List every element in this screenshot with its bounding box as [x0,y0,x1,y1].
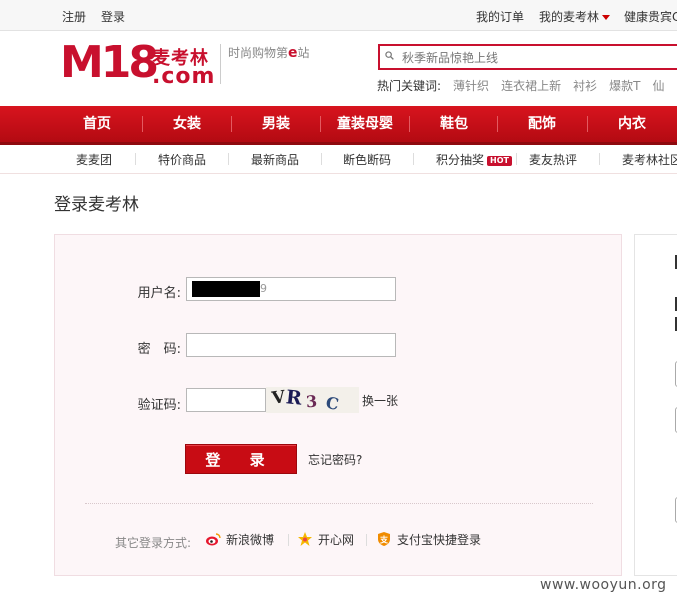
divider [85,503,593,504]
password-label: 密 码: [137,342,181,357]
username-tail: 9 [260,282,267,295]
captcha-char: 3 [305,391,318,412]
slogan: 时尚购物第e站 [228,44,310,61]
search-icon [385,51,394,60]
subnav-label: 积分抽奖 [436,153,485,167]
sub-nav: 麦麦团 特价商品 最新商品 断色断码 积分抽奖 HOT 麦友热评 麦考林社区 [0,145,677,174]
subnav-item[interactable]: 积分抽奖 HOT [436,151,512,168]
slogan-pre: 时尚购物第 [228,46,289,60]
top-bar: 注册 登录 我的订单 我的麦考林 健康贵宾C [0,0,677,31]
hot-keyword[interactable]: 爆款T [609,79,640,93]
nav-item-kids[interactable]: 童装母婴 [326,106,404,142]
hot-keyword[interactable]: 衬衫 [573,79,597,93]
nav-separator [497,116,498,132]
logo-domain: .com [152,64,216,89]
my-account-label: 我的麦考林 [539,10,600,24]
logo-divider [220,44,221,84]
side-panel [634,234,677,576]
username-label: 用户名: [137,286,181,301]
nav-separator [231,116,232,132]
password-field[interactable] [186,333,396,357]
subnav-item[interactable]: 麦友热评 [529,151,577,168]
kaixin-login[interactable]: 开心网 [297,531,354,548]
search-input[interactable] [400,48,677,68]
register-link[interactable]: 注册 [62,8,86,25]
captcha-input[interactable] [186,388,266,412]
subnav-item[interactable]: 特价商品 [158,151,206,168]
redacted-value [192,281,260,297]
login-link[interactable]: 登录 [101,8,125,25]
subnav-item[interactable]: 断色断码 [343,151,391,168]
watermark: www.wooyun.org [540,577,667,593]
other-login-label: 其它登录方式: [115,536,192,550]
hot-keyword[interactable]: 连衣裙上新 [501,79,561,93]
nav-item-shoes-bags[interactable]: 鞋包 [419,106,489,142]
nav-separator [587,116,588,132]
logo-mark: M18 [60,37,159,88]
hot-keyword[interactable]: 仙 [652,79,664,93]
my-orders-link[interactable]: 我的订单 [476,8,524,25]
subnav-separator [516,153,517,165]
slogan-e: e [288,45,298,61]
hot-keyword[interactable]: 薄针织 [453,79,489,93]
login-button[interactable]: 登 录 [185,444,297,474]
nav-item-accessories[interactable]: 配饰 [507,106,577,142]
nav-separator [142,116,143,132]
main-nav: 首页 女装 男装 童装母婴 鞋包 配饰 内衣 [0,106,677,145]
nav-item-home[interactable]: 首页 [62,106,132,142]
username-field[interactable]: 9 [186,277,396,301]
subnav-separator [228,153,229,165]
weibo-icon [206,533,221,546]
weibo-login-label: 新浪微博 [226,533,275,547]
subnav-separator [599,153,600,165]
captcha-refresh-link[interactable]: 换一张 [362,392,398,409]
vip-link[interactable]: 健康贵宾C [624,8,677,25]
slogan-post: 站 [297,46,310,60]
captcha-char: C [324,393,341,413]
alipay-icon: 支 [378,532,390,546]
kaixin-login-label: 开心网 [318,533,355,547]
hot-keywords: 热门关键词: 薄针织 连衣裙上新 衬衫 爆款T 仙 [377,77,664,94]
other-login-separator [288,534,289,546]
site-logo[interactable]: M18 麦考林 .com [60,38,230,92]
alipay-login-label: 支付宝快捷登录 [397,533,482,547]
subnav-item[interactable]: 麦麦团 [76,151,112,168]
alipay-login[interactable]: 支 支付宝快捷登录 [376,531,481,548]
subnav-separator [135,153,136,165]
login-panel: 用户名: 9 密 码: 验证码: V R 3 C 换一张 登 录 忘记密码? 其… [54,234,622,576]
subnav-item[interactable]: 最新商品 [251,151,299,168]
nav-separator [320,116,321,132]
captcha-char: R [284,387,303,410]
subnav-separator [321,153,322,165]
subnav-item[interactable]: 麦考林社区 [622,151,677,168]
other-login-separator [366,534,367,546]
kaixin-icon [298,532,312,546]
captcha-label: 验证码: [137,398,181,413]
my-account-menu[interactable]: 我的麦考林 [539,8,611,25]
nav-separator [409,116,410,132]
subnav-separator [413,153,414,165]
nav-item-men[interactable]: 男装 [241,106,311,142]
nav-item-lingerie[interactable]: 内衣 [597,106,667,142]
hot-keywords-label: 热门关键词: [377,79,442,93]
page-title: 登录麦考林 [54,195,139,215]
caret-down-icon [602,15,611,20]
forgot-password-link[interactable]: 忘记密码? [308,451,362,468]
nav-item-women[interactable]: 女装 [152,106,222,142]
svg-text:支: 支 [379,535,389,545]
hot-badge: HOT [487,155,512,166]
captcha-image[interactable]: V R 3 C [266,387,359,413]
search-box [378,44,677,70]
weibo-login[interactable]: 新浪微博 [205,531,274,548]
